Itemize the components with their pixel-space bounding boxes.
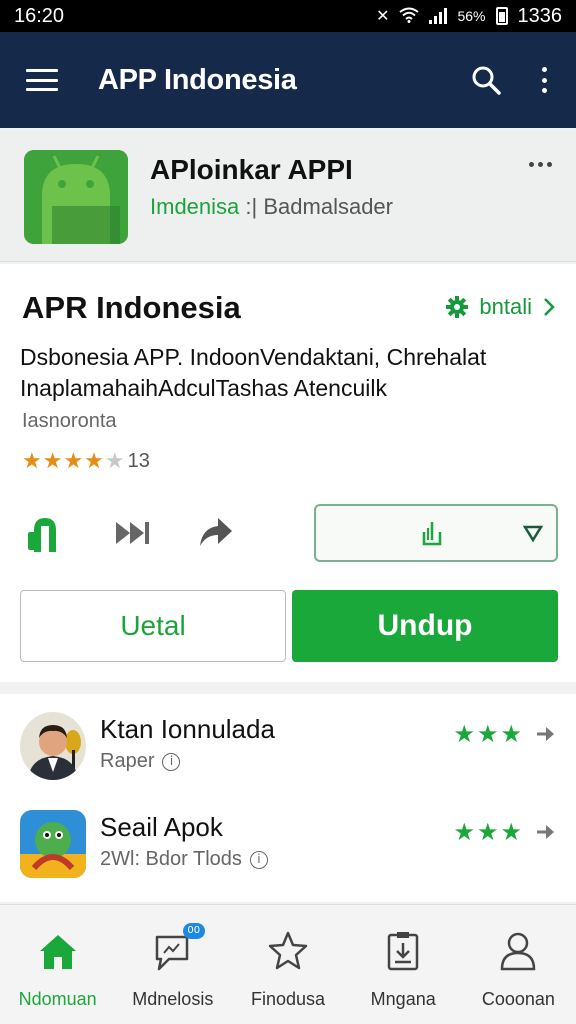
list-item-subtitle: 2Wl: Bdor Tlods i <box>100 848 268 871</box>
app-name: APloinkar APPI <box>150 154 353 185</box>
app-description: Dsbonesia APP. IndoonVendaktani, Chrehal… <box>20 342 560 404</box>
avatar <box>20 712 86 780</box>
chat-icon: 00 <box>151 923 205 973</box>
skip-icon[interactable] <box>112 512 154 554</box>
list-item-subtitle: Raper i <box>100 750 181 773</box>
person-icon <box>501 932 536 971</box>
rating-stars: ★★★★★ <box>22 448 126 474</box>
clipboard-icon <box>387 932 419 971</box>
menu-icon[interactable] <box>26 69 58 91</box>
wifi-icon <box>399 7 420 26</box>
list-item-title: Ktan Ionnulada <box>100 714 275 744</box>
app-category[interactable]: Imdenisa <box>150 194 239 219</box>
chevron-right-icon <box>544 298 555 316</box>
install-link[interactable]: bntali <box>445 294 556 320</box>
primary-button[interactable]: Undup <box>292 590 558 662</box>
nfc-icon: ✕ <box>376 8 390 25</box>
bottom-navigation: Ndomuan 00 Mdnelosis Finodusa Mngana Coo… <box>0 904 576 1024</box>
app-bar: APP Indonesia <box>0 32 576 128</box>
developer-name[interactable]: Iasnoronta <box>22 410 117 433</box>
nav-item-manage[interactable]: Mngana <box>346 905 461 1024</box>
app-thumbnail <box>20 810 86 878</box>
nav-label: Cooonan <box>481 989 555 1009</box>
nav-item-messages[interactable]: 00 Mdnelosis <box>115 905 230 1024</box>
related-apps-list: Ktan Ionnulada Raper i ★★★ Seail Apok 2W… <box>0 694 576 902</box>
list-item[interactable]: Ktan Ionnulada Raper i ★★★ <box>0 694 576 790</box>
nav-item-account[interactable]: Cooonan <box>461 905 576 1024</box>
app-subtitle: Imdenisa :| Badmalsader <box>150 194 393 220</box>
arrow-right-icon[interactable] <box>536 822 556 842</box>
install-label: bntali <box>479 294 532 319</box>
star-empty: ★ <box>104 448 126 473</box>
more-vert-icon[interactable] <box>540 67 548 93</box>
share-icon[interactable] <box>24 512 66 554</box>
app-logo[interactable] <box>24 150 128 244</box>
list-item-stars: ★★★ <box>453 819 524 846</box>
app-sub-separator: :| <box>245 194 258 219</box>
arrow-right-icon[interactable] <box>536 724 556 744</box>
home-icon <box>39 935 76 969</box>
rating-count: 13 <box>127 449 150 472</box>
signal-icon <box>429 8 448 24</box>
status-clock: 1336 <box>517 4 563 27</box>
forward-icon[interactable] <box>194 512 236 554</box>
status-time: 16:20 <box>14 4 65 27</box>
star-icon <box>268 931 308 970</box>
list-item-stars: ★★★ <box>453 721 524 748</box>
status-bar: 16:20 ✕ 56% 1336 <box>0 0 576 32</box>
download-options-button[interactable] <box>314 504 558 562</box>
notification-badge: 00 <box>182 923 205 939</box>
nav-label: Mngana <box>370 989 436 1009</box>
description-line: Dsbonesia APP. IndoonVendaktani, Chrehal… <box>20 344 487 370</box>
description-line: InaplamahaihAdculTashas Atencuilk <box>20 375 387 401</box>
detail-title: APR Indonesia <box>22 290 241 325</box>
nav-label: Mdnelosis <box>132 989 214 1009</box>
search-icon[interactable] <box>470 64 502 96</box>
nav-item-home[interactable]: Ndomuan <box>0 905 115 1024</box>
list-item[interactable]: Seail Apok 2Wl: Bdor Tlods i ★★★ <box>0 792 576 888</box>
app-publisher[interactable]: Badmalsader <box>263 194 393 219</box>
more-horiz-icon[interactable] <box>529 162 552 167</box>
list-item-title: Seail Apok <box>100 812 223 842</box>
list-item-subtitle-text: Raper <box>100 750 155 772</box>
dropdown-caret-icon <box>522 525 544 543</box>
download-icon <box>422 522 442 546</box>
nav-item-favorites[interactable]: Finodusa <box>230 905 345 1024</box>
status-icons: ✕ 56% 1336 <box>376 5 562 28</box>
info-icon[interactable]: i <box>249 850 268 869</box>
gear-icon <box>446 296 469 318</box>
battery-icon <box>495 7 508 25</box>
nav-label: Ndomuan <box>18 989 97 1009</box>
list-item-subtitle-text: 2Wl: Bdor Tlods <box>100 848 242 870</box>
app-header-card: APloinkar APPI Imdenisa :| Badmalsader <box>0 130 576 262</box>
info-icon[interactable]: i <box>162 752 181 771</box>
app-detail-card: APR Indonesia bntali Dsbonesia APP. Indo… <box>0 264 576 682</box>
action-row <box>24 504 558 564</box>
battery-percent: 56% <box>457 8 486 24</box>
button-row: Uetal Undup <box>20 590 558 662</box>
app-bar-title: APP Indonesia <box>98 63 297 96</box>
rating: ★★★★★ 13 <box>22 448 150 474</box>
star-full: ★★★★ <box>22 448 105 473</box>
nav-label: Finodusa <box>250 989 326 1009</box>
secondary-button[interactable]: Uetal <box>20 590 286 662</box>
